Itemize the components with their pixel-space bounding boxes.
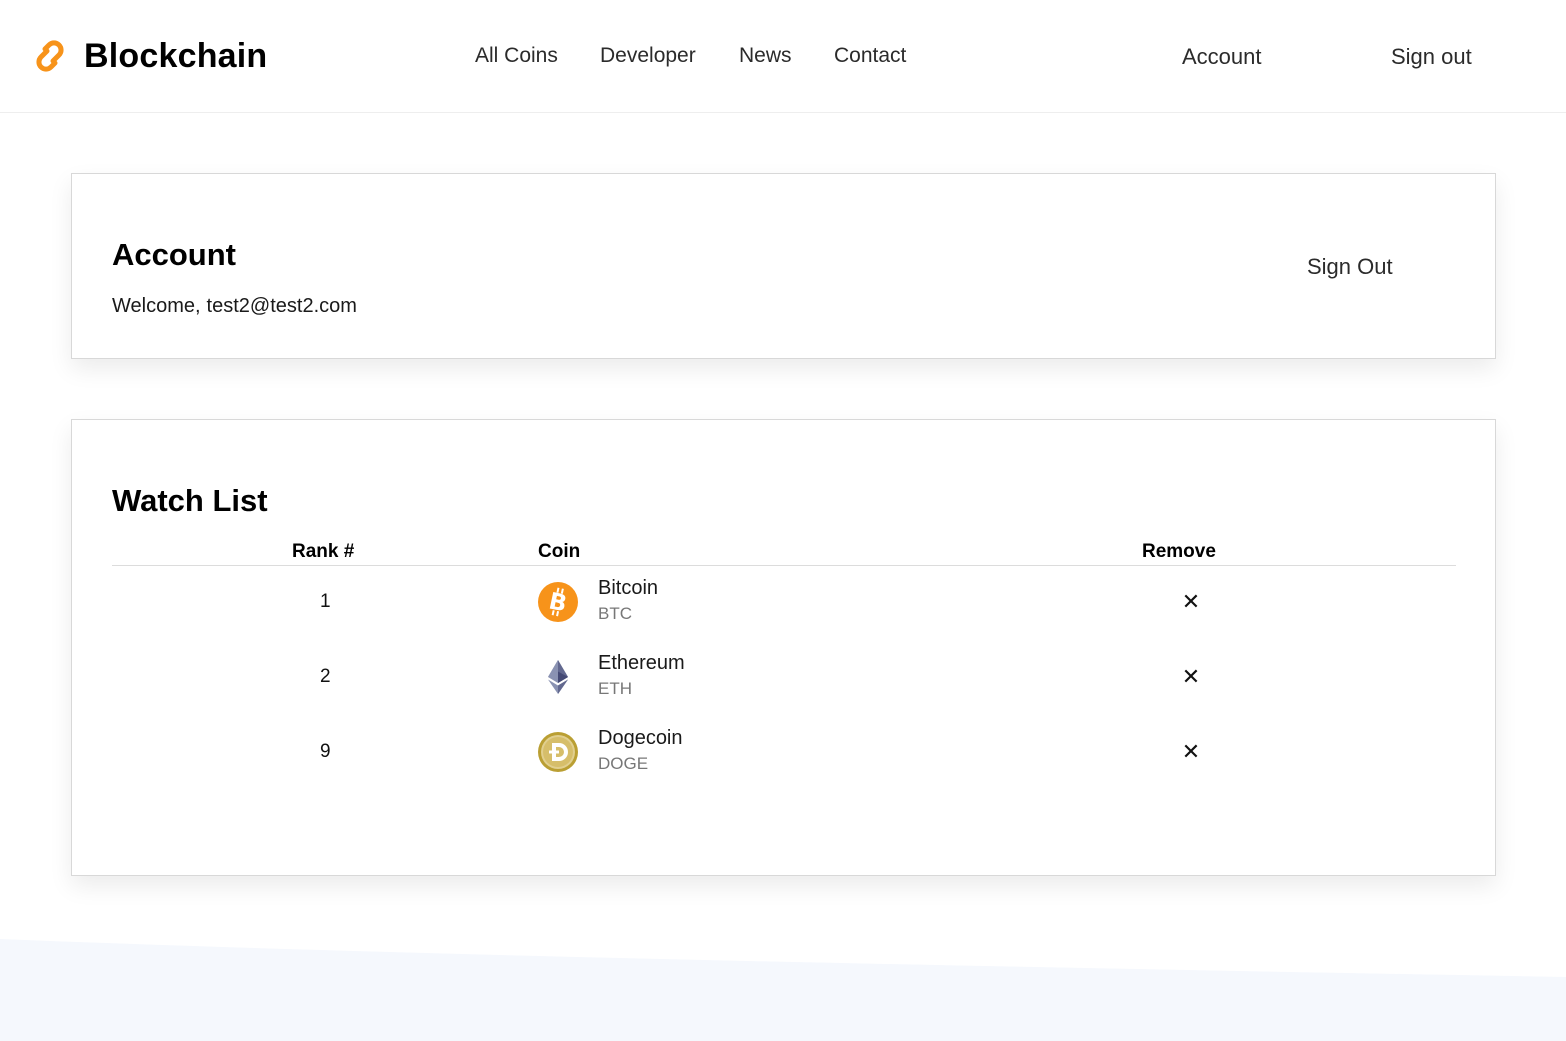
brand[interactable]: Blockchain (28, 36, 267, 76)
coin-name[interactable]: Bitcoin (598, 577, 658, 600)
watchlist-table-header: Rank # Coin Remove (112, 541, 1456, 566)
nav-account[interactable]: Account (1182, 44, 1262, 70)
nav-contact[interactable]: Contact (834, 44, 906, 68)
remove-coin-button[interactable]: ✕ (1174, 735, 1208, 769)
column-header-remove: Remove (1142, 541, 1216, 562)
watchlist-card: Watch List Rank # Coin Remove 1 B Bitcoi… (71, 419, 1496, 876)
user-email: test2@test2.com (206, 295, 357, 317)
remove-coin-button[interactable]: ✕ (1174, 660, 1208, 694)
account-title: Account (112, 237, 236, 272)
table-row: 2 Ethereum ETH ✕ (112, 640, 1456, 715)
table-row: 9 Dogecoin DOGE ✕ (112, 715, 1456, 790)
close-icon: ✕ (1181, 664, 1201, 690)
column-header-rank: Rank # (292, 541, 355, 562)
column-header-coin: Coin (538, 541, 581, 562)
close-icon: ✕ (1181, 589, 1201, 615)
nav-developer[interactable]: Developer (600, 44, 696, 68)
ethereum-icon[interactable] (538, 657, 578, 697)
site-header: Blockchain All Coins Developer News Cont… (0, 0, 1566, 113)
coin-rank: 9 (320, 741, 331, 762)
watchlist-title: Watch List (112, 483, 268, 518)
welcome-label: Welcome, (112, 295, 201, 317)
chain-link-icon (36, 40, 64, 72)
welcome-message: Welcome, test2@test2.com (112, 295, 357, 318)
nav-news[interactable]: News (739, 44, 792, 68)
close-icon: ✕ (1181, 739, 1201, 765)
coin-symbol: DOGE (598, 754, 649, 773)
nav-sign-out[interactable]: Sign out (1391, 44, 1472, 70)
coin-name[interactable]: Dogecoin (598, 727, 683, 750)
sign-out-button[interactable]: Sign Out (1307, 254, 1393, 280)
coin-symbol: BTC (598, 604, 632, 623)
remove-coin-button[interactable]: ✕ (1174, 585, 1208, 619)
coin-name[interactable]: Ethereum (598, 652, 685, 675)
coin-rank: 2 (320, 666, 331, 687)
coin-symbol: ETH (598, 679, 632, 698)
footer-wave-decoration (0, 939, 1566, 1041)
brand-name: Blockchain (84, 36, 268, 75)
table-row: 1 B Bitcoin BTC ✕ (112, 565, 1456, 640)
nav-all-coins[interactable]: All Coins (475, 44, 558, 68)
coin-rank: 1 (320, 591, 331, 612)
dogecoin-icon[interactable] (538, 732, 578, 772)
account-card: Account Welcome, test2@test2.com Sign Out (71, 173, 1496, 359)
bitcoin-icon[interactable]: B (538, 582, 578, 622)
